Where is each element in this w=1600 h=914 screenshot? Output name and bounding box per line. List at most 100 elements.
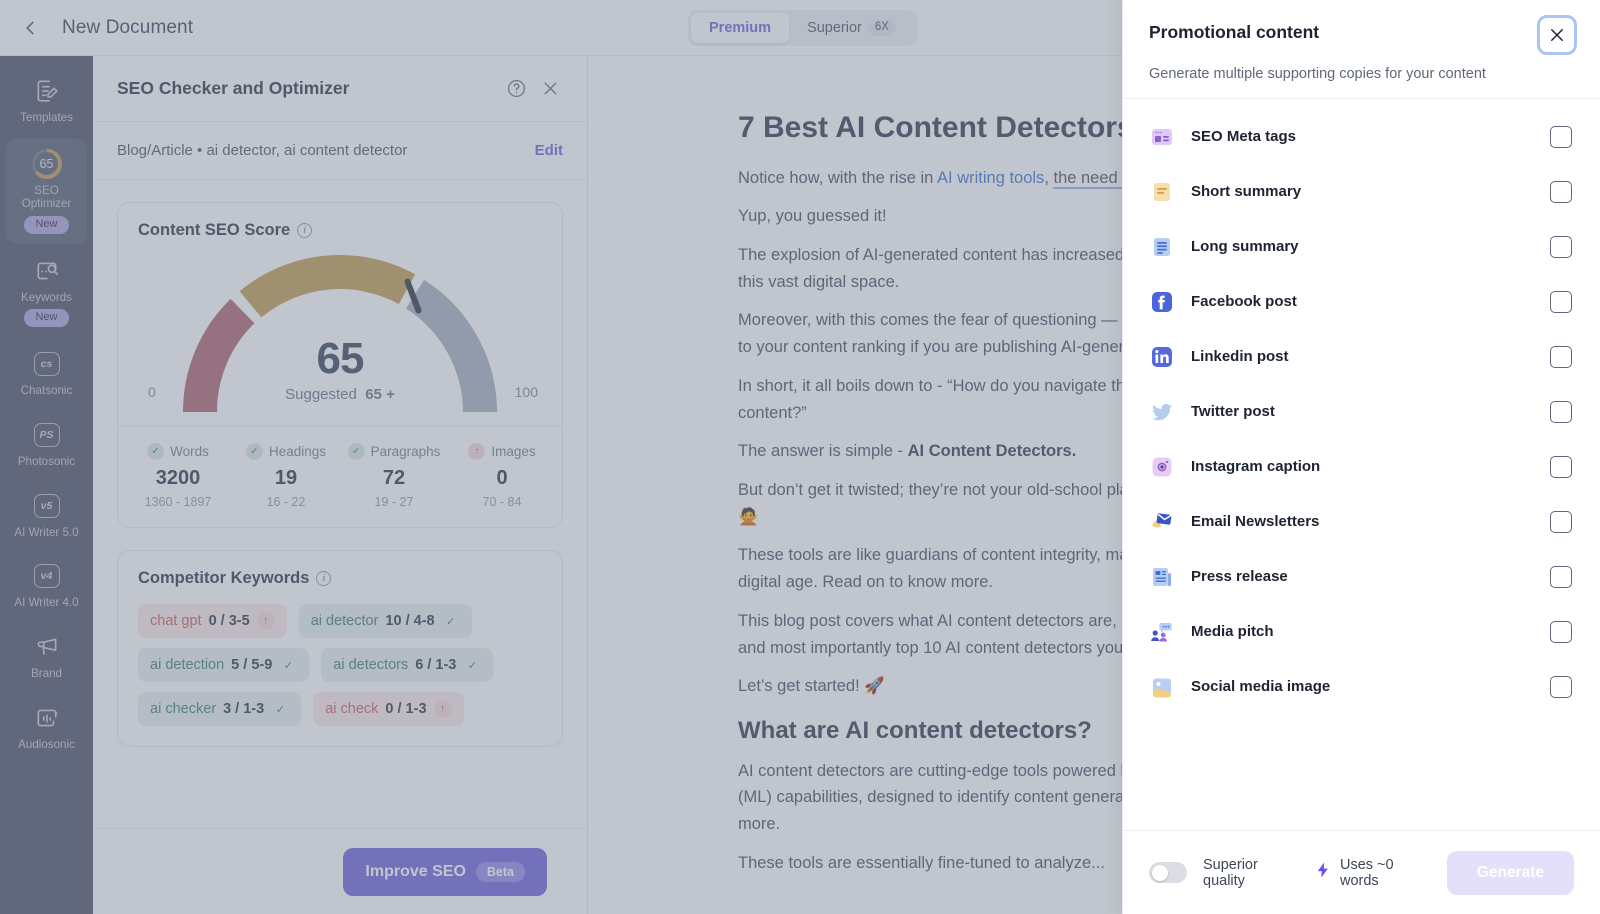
- list-item[interactable]: Email Newsletters: [1123, 494, 1600, 549]
- quality-toggle[interactable]: Premium Superior 6X: [688, 10, 917, 46]
- promotional-content-panel: Promotional content Generate multiple su…: [1122, 0, 1600, 914]
- keyword-chip[interactable]: ai detector 10 / 4-8 ✓: [298, 604, 472, 638]
- social-image-icon: [1149, 674, 1175, 700]
- ps-chip-icon: PS: [33, 422, 60, 448]
- sidebar-item-label: Brand: [31, 666, 62, 680]
- keyword-name: ai check: [325, 701, 379, 717]
- tab-superior[interactable]: Superior 6X: [789, 13, 914, 43]
- list-item[interactable]: SEO Meta tags: [1123, 109, 1600, 164]
- score-card-title-row: Content SEO Score i: [118, 203, 562, 240]
- list-item[interactable]: Instagram caption: [1123, 439, 1600, 494]
- checkbox[interactable]: [1550, 455, 1572, 478]
- checkbox[interactable]: [1550, 345, 1572, 368]
- checkbox[interactable]: [1550, 400, 1572, 423]
- list-item[interactable]: Social media image: [1123, 659, 1600, 714]
- list-item[interactable]: Media pitch: [1123, 604, 1600, 659]
- sidebar-item-label: Templates: [20, 111, 73, 124]
- keyword-chip[interactable]: ai checker 3 / 1-3 ✓: [138, 692, 302, 726]
- keyword-chip[interactable]: ai detectors 6 / 1-3 ✓: [321, 648, 494, 682]
- keyword-chip[interactable]: ai check 0 / 1-3 ↑: [313, 692, 464, 726]
- stat-paragraphs: ✓ Paragraphs 72 19 - 27: [340, 443, 448, 509]
- superior-quality-toggle[interactable]: [1149, 862, 1187, 883]
- sidebar-item-chatsonic[interactable]: cs Chatsonic: [6, 341, 87, 408]
- seo-score-gauge: 65 Suggested 65 + 0 100: [118, 246, 562, 426]
- info-icon[interactable]: i: [316, 571, 332, 586]
- seo-panel-title: SEO Checker and Optimizer: [117, 78, 350, 98]
- promo-header: Promotional content Generate multiple su…: [1123, 0, 1600, 98]
- sidebar-item-label: AI Writer 5.0: [14, 525, 79, 539]
- suggested-prefix: Suggested: [285, 386, 357, 403]
- generate-button[interactable]: Generate: [1446, 850, 1574, 895]
- list-item[interactable]: Facebook post: [1123, 274, 1600, 329]
- keyword-chip[interactable]: ai detection 5 / 5-9 ✓: [138, 648, 310, 682]
- close-icon: [1551, 29, 1563, 41]
- checkbox[interactable]: [1550, 620, 1572, 643]
- sidebar-item-keywords[interactable]: Keywords New: [6, 248, 87, 337]
- checkbox[interactable]: [1550, 290, 1572, 313]
- list-item[interactable]: Short summary: [1123, 164, 1600, 219]
- list-item[interactable]: Twitter post: [1123, 384, 1600, 439]
- back-button[interactable]: [8, 6, 52, 50]
- keyword-name: ai checker: [150, 701, 217, 717]
- stat-range: 1360 - 1897: [144, 495, 212, 509]
- superior-quality-label: Superior quality: [1203, 856, 1258, 889]
- sidebar-item-photosonic[interactable]: PS Photosonic: [6, 412, 87, 479]
- promo-title: Promotional content: [1149, 22, 1320, 42]
- edit-button[interactable]: Edit: [535, 142, 563, 159]
- sidebar-item-label: Audiosonic: [18, 737, 75, 751]
- keyword-count: 5 / 5-9: [231, 657, 273, 673]
- sidebar-item-audiosonic[interactable]: Audiosonic: [6, 695, 87, 762]
- cs-chip-icon: cs: [33, 351, 60, 377]
- close-icon[interactable]: [537, 76, 563, 102]
- seo-panel-footer: Improve SEO Beta: [93, 828, 587, 914]
- sidebar-item-ai-writer-5[interactable]: v5 AI Writer 5.0: [6, 483, 87, 550]
- list-item[interactable]: Linkedin post: [1123, 329, 1600, 384]
- checkbox[interactable]: [1550, 565, 1572, 588]
- tab-superior-badge: 6X: [867, 20, 896, 36]
- tab-premium[interactable]: Premium: [691, 13, 790, 43]
- checkbox[interactable]: [1550, 180, 1572, 203]
- stat-range: 19 - 27: [374, 495, 414, 509]
- improve-seo-button[interactable]: Improve SEO Beta: [343, 847, 547, 896]
- checkbox[interactable]: [1550, 125, 1572, 148]
- stat-label: Words: [170, 444, 209, 459]
- list-item[interactable]: Press release: [1123, 549, 1600, 604]
- sidebar-item-templates[interactable]: Templates: [6, 68, 87, 135]
- sidebar-item-ai-writer-4[interactable]: v4 AI Writer 4.0: [6, 553, 87, 620]
- keyword-chip[interactable]: chat gpt 0 / 3-5 ↑: [138, 604, 287, 638]
- stat-headings: ✓ Headings 19 16 - 22: [232, 443, 340, 509]
- keyword-search-icon: [34, 258, 60, 284]
- stat-images: ↑ Images 0 70 - 84: [448, 443, 556, 509]
- sidebar-item-label: AI Writer 4.0: [14, 596, 79, 610]
- ai-writing-tools-link[interactable]: AI writing tools: [937, 169, 1044, 187]
- cs-chip-label: cs: [33, 352, 60, 377]
- list-item[interactable]: Long summary: [1123, 219, 1600, 274]
- arrow-up-icon: ↑: [433, 700, 452, 718]
- suggested-value: 65 +: [365, 386, 395, 403]
- keyword-name: ai detector: [310, 613, 379, 629]
- facebook-icon: [1149, 289, 1175, 315]
- keyword-count: 3 / 1-3: [223, 701, 265, 717]
- seo-stats-row: ✓ Words 3200 1360 - 1897 ✓ Headings 19 16 …: [118, 426, 562, 527]
- list-item-label: SEO Meta tags: [1191, 128, 1297, 145]
- info-icon[interactable]: i: [297, 223, 313, 238]
- checkbox[interactable]: [1550, 510, 1572, 533]
- question-circle-icon[interactable]: [503, 76, 529, 102]
- keyword-chip-list: chat gpt 0 / 3-5 ↑ ai detector 10 / 4-8 ✓ ai…: [118, 588, 562, 746]
- instagram-icon: [1149, 454, 1175, 480]
- sidebar-item-label: SEO Optimizer: [21, 183, 72, 211]
- v4-chip-label: v4: [33, 564, 60, 589]
- close-button[interactable]: [1537, 15, 1577, 55]
- checkbox[interactable]: [1550, 235, 1572, 258]
- stat-label: Headings: [268, 444, 327, 459]
- tab-premium-label: Premium: [709, 20, 772, 36]
- stat-value: 3200: [155, 467, 201, 489]
- page-title: New Document: [62, 16, 194, 38]
- sidebar-item-seo-optimizer[interactable]: 65 SEO Optimizer New: [6, 138, 87, 244]
- score-card-title: Content SEO Score: [138, 221, 291, 239]
- document-edit-icon: [34, 78, 60, 104]
- sidebar-item-brand[interactable]: Brand: [6, 624, 87, 691]
- sidebar: Templates 65 SEO Optimizer New Keywords: [0, 56, 93, 914]
- checkbox[interactable]: [1550, 675, 1572, 698]
- check-icon: ✓: [283, 659, 293, 672]
